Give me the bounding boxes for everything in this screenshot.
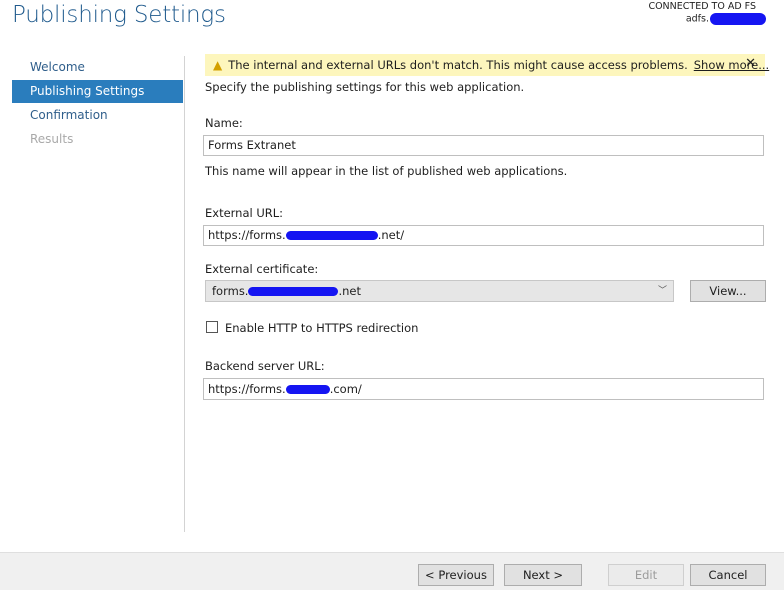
external-certificate-label: External certificate:	[205, 262, 319, 276]
server-name: adfs.	[685, 13, 709, 25]
connection-server: adfs.	[658, 13, 766, 26]
backend-url-label: Backend server URL:	[205, 359, 325, 373]
external-url-input[interactable]: https://forms. .net/	[203, 225, 764, 246]
warning-banner: ▲ The internal and external URLs don't m…	[205, 54, 769, 76]
form-intro: Specify the publishing settings for this…	[205, 80, 525, 94]
close-icon[interactable]: ✕	[745, 56, 756, 71]
nav-divider	[184, 56, 185, 532]
show-more-link[interactable]: Show more...	[694, 58, 769, 72]
external-url-start: https://forms.	[208, 228, 286, 242]
redaction-mark	[248, 287, 339, 296]
warning-icon: ▲	[213, 58, 223, 72]
https-redirect-checkbox[interactable]	[206, 321, 218, 333]
redaction-mark	[710, 13, 766, 25]
nav-item-publishing-settings[interactable]: Publishing Settings	[12, 80, 183, 103]
certificate-end: .net	[338, 284, 361, 298]
page-title: Publishing Settings	[12, 2, 226, 28]
nav-item-results: Results	[30, 132, 74, 146]
external-certificate-select[interactable]: forms. .net ﹀	[205, 280, 674, 302]
backend-url-start: https://forms.	[208, 382, 286, 396]
connection-label: CONNECTED TO AD FS	[648, 1, 756, 12]
name-hint: This name will appear in the list of pub…	[205, 164, 568, 178]
chevron-down-icon: ﹀	[657, 286, 667, 296]
cancel-button[interactable]: Cancel	[690, 564, 766, 586]
nav-item-confirmation[interactable]: Confirmation	[12, 104, 183, 127]
https-redirect-label[interactable]: Enable HTTP to HTTPS redirection	[225, 321, 418, 335]
name-input[interactable]: Forms Extranet	[203, 135, 764, 156]
name-value: Forms Extranet	[208, 138, 296, 152]
connection-status: CONNECTED TO AD FS adfs.	[648, 1, 766, 26]
view-certificate-button[interactable]: View...	[690, 280, 766, 302]
certificate-start: forms.	[212, 284, 249, 298]
warning-message: The internal and external URLs don't mat…	[228, 58, 688, 72]
previous-button[interactable]: < Previous	[418, 564, 494, 586]
redaction-mark	[285, 385, 330, 394]
backend-url-input[interactable]: https://forms. .com/	[203, 378, 764, 400]
edit-button: Edit	[608, 564, 684, 586]
wizard-nav: Welcome Publishing Settings Confirmation…	[12, 56, 183, 152]
external-url-label: External URL:	[205, 206, 284, 220]
nav-item-welcome[interactable]: Welcome	[12, 56, 183, 79]
external-url-end: .net/	[377, 228, 405, 242]
backend-url-end: .com/	[329, 382, 362, 396]
next-button[interactable]: Next >	[504, 564, 582, 586]
name-label: Name:	[205, 116, 243, 130]
redaction-mark	[285, 231, 378, 240]
